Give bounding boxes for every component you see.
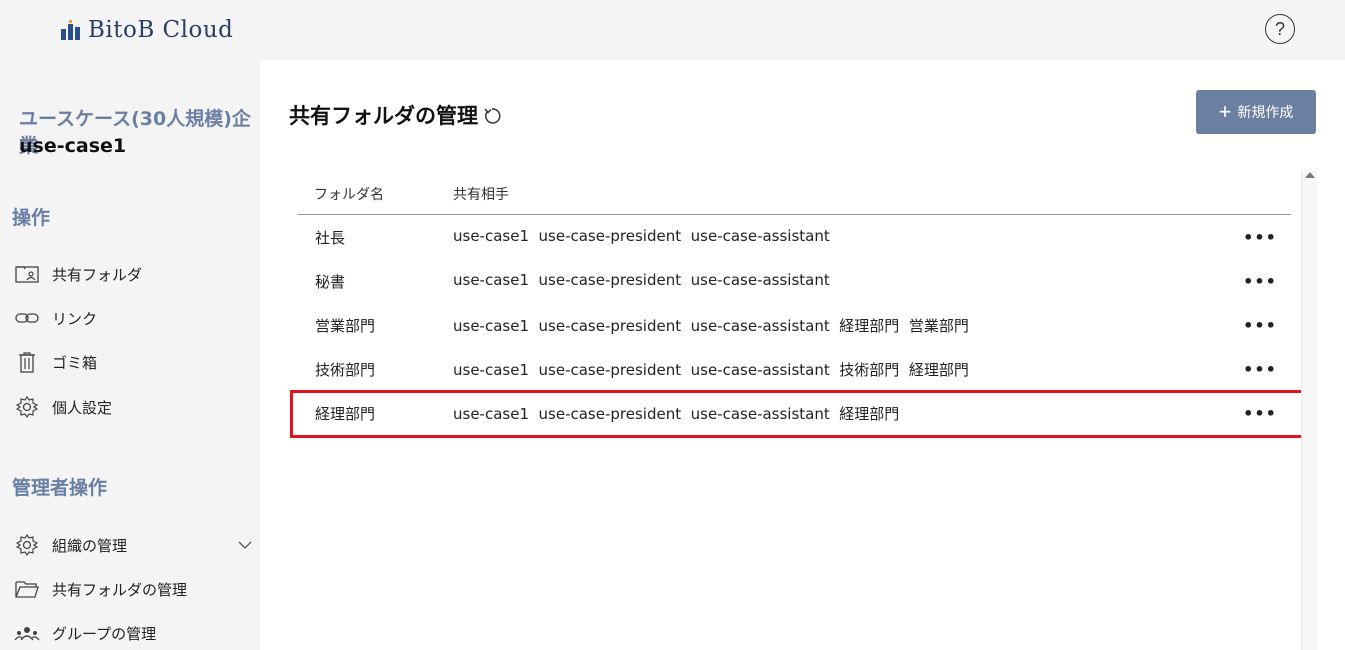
sidebar-item-label: 共有フォルダの管理 <box>52 580 188 599</box>
column-header-shared-with: 共有相手 <box>453 187 509 203</box>
table-row[interactable]: 社長 use-case1 use-case-president use-case… <box>298 215 1291 259</box>
column-header-folder-name: フォルダ名 <box>314 187 384 203</box>
page-title: 共有フォルダの管理 <box>289 104 478 128</box>
scroll-up-icon[interactable] <box>1305 172 1315 178</box>
vertical-scrollbar[interactable] <box>1301 170 1317 650</box>
sidebar-item-label: ゴミ箱 <box>52 353 98 372</box>
sidebar-item-org-management[interactable]: 組織の管理 <box>14 530 254 560</box>
trash-icon <box>14 349 40 375</box>
logo-icon <box>61 20 80 40</box>
chevron-down-icon[interactable] <box>236 536 254 554</box>
folder-name: 技術部門 <box>315 361 376 379</box>
help-icon: ? <box>1274 18 1285 39</box>
more-options-icon[interactable]: ••• <box>1243 269 1277 293</box>
table-row[interactable]: 秘書 use-case1 use-case-president use-case… <box>298 259 1291 303</box>
sidebar-item-shared-folder-management[interactable]: 共有フォルダの管理 <box>14 574 254 604</box>
more-options-icon[interactable]: ••• <box>1243 401 1277 425</box>
table-row[interactable]: 技術部門 use-case1 use-case-president use-ca… <box>298 347 1291 391</box>
group-icon <box>14 620 40 646</box>
folder-name: 秘書 <box>315 273 346 291</box>
sidebar-item-group-management[interactable]: グループの管理 <box>14 618 254 648</box>
folder-name: 社長 <box>315 229 346 247</box>
link-icon <box>14 305 40 331</box>
more-options-icon[interactable]: ••• <box>1243 357 1277 381</box>
folder-name: 営業部門 <box>315 317 376 335</box>
shared-folder-icon <box>14 261 40 287</box>
app-header: BitoB Cloud ? <box>0 0 1345 60</box>
folder-name: 経理部門 <box>315 405 376 423</box>
logo[interactable]: BitoB Cloud <box>60 14 233 46</box>
sidebar-item-label: リンク <box>52 309 98 328</box>
more-options-icon[interactable]: ••• <box>1243 225 1277 249</box>
org-id: use-case1 <box>19 135 127 157</box>
sidebar-item-link[interactable]: リンク <box>14 303 254 333</box>
refresh-icon[interactable] <box>482 106 502 126</box>
table-row[interactable]: 経理部門 use-case1 use-case-president use-ca… <box>298 391 1291 435</box>
folder-open-icon <box>14 576 40 602</box>
ops-section-title: 操作 <box>12 207 51 229</box>
table-header: フォルダ名 共有相手 <box>298 174 1291 215</box>
more-options-icon[interactable]: ••• <box>1243 313 1277 337</box>
sidebar-item-trash[interactable]: ゴミ箱 <box>14 347 254 377</box>
shared-with: use-case1 use-case-president use-case-as… <box>453 405 900 423</box>
new-button[interactable]: + 新規作成 <box>1196 90 1316 134</box>
gear-icon <box>14 394 40 420</box>
sidebar-item-label: グループの管理 <box>52 624 157 643</box>
plus-icon: + <box>1218 99 1232 124</box>
shared-with: use-case1 use-case-president use-case-as… <box>453 317 969 335</box>
sidebar: ユースケース(30人規模)企業 use-case1 操作 共有フォルダ リンク … <box>0 60 260 650</box>
logo-text: BitoB Cloud <box>88 17 234 43</box>
shared-with: use-case1 use-case-president use-case-as… <box>453 361 969 379</box>
main-content: 共有フォルダの管理 + 新規作成 フォルダ名 共有相手 社長 use-case1… <box>260 60 1345 650</box>
sidebar-item-shared-folder[interactable]: 共有フォルダ <box>14 259 254 289</box>
sidebar-item-personal-settings[interactable]: 個人設定 <box>14 392 254 422</box>
shared-with: use-case1 use-case-president use-case-as… <box>453 227 830 245</box>
help-button[interactable]: ? <box>1265 14 1295 44</box>
sidebar-item-label: 個人設定 <box>52 398 113 417</box>
admin-section-title: 管理者操作 <box>12 477 108 499</box>
sidebar-item-label: 共有フォルダ <box>52 265 143 284</box>
table-row[interactable]: 営業部門 use-case1 use-case-president use-ca… <box>298 303 1291 347</box>
new-button-label: 新規作成 <box>1237 104 1294 120</box>
sidebar-item-label: 組織の管理 <box>52 536 128 555</box>
shared-with: use-case1 use-case-president use-case-as… <box>453 271 830 289</box>
gear-icon <box>14 532 40 558</box>
